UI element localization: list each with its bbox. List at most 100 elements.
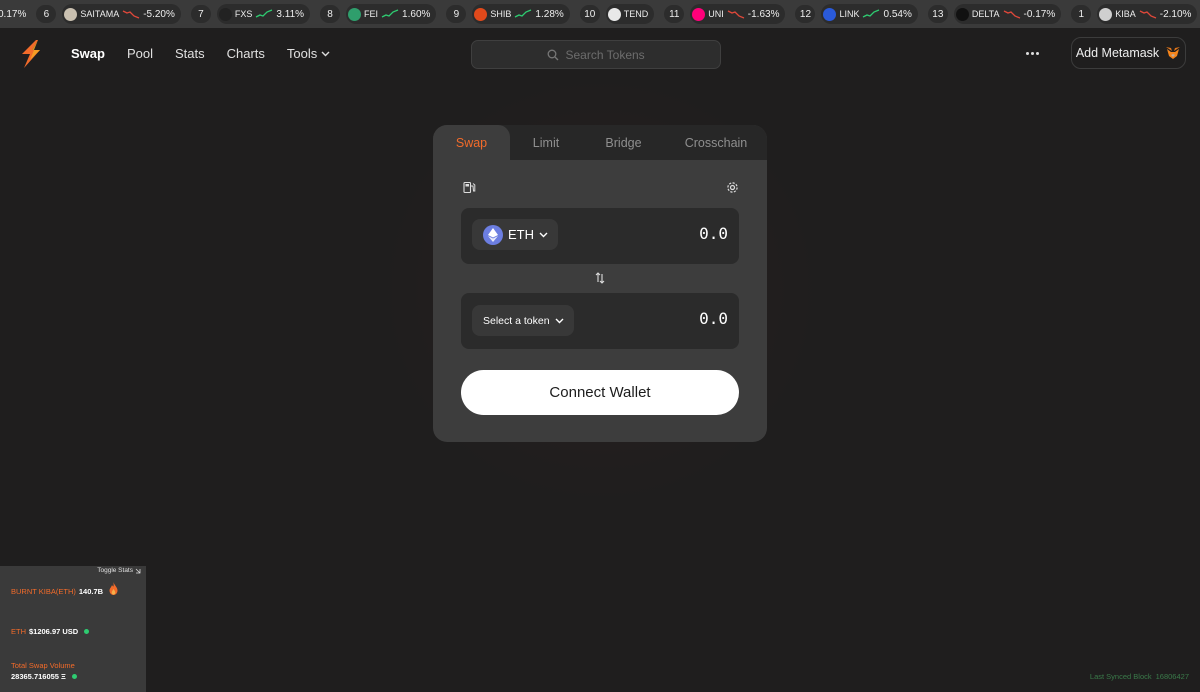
ticker-symbol: SAITAMA: [80, 9, 120, 19]
trend-down-icon: [1139, 10, 1156, 19]
trend-down-icon: [1003, 10, 1020, 19]
link-logo-icon: [823, 7, 837, 21]
add-metamask-label: Add Metamask: [1075, 46, 1160, 60]
ticker-token: DELTA -0.17%: [953, 4, 1062, 24]
to-token-select[interactable]: Select a token: [472, 305, 574, 336]
ticker-token: LINK 0.54%: [821, 4, 918, 24]
ticker-entry[interactable]: 1 KIBA -2.10%: [1071, 4, 1198, 24]
ticker-rank: 9: [446, 5, 467, 23]
stat-volume-label: Total Swap Volume: [11, 661, 75, 670]
synced-block-number: 16806427: [1155, 672, 1189, 681]
ticker-change: -1.63%: [747, 8, 780, 20]
stat-burnt-value: 140.7B: [78, 587, 104, 596]
ticker-token: SHIB 1.28%: [472, 4, 570, 24]
from-token-box: ETH: [461, 208, 739, 264]
price-ticker: 0.17% 6 SAITAMA -5.20% 7 FXS 3.11% 8 FEI 1.60% 9 S…: [0, 0, 1200, 28]
delta-logo-icon: [955, 7, 969, 21]
stats-panel: Toggle Stats BURNT KIBA(ETH) 140.7B ETH …: [0, 566, 146, 692]
tab-limit[interactable]: Limit: [510, 125, 582, 160]
metamask-fox-icon: [1166, 47, 1181, 59]
ticker-change: 1.28%: [535, 8, 564, 20]
more-options-icon[interactable]: [1022, 44, 1042, 62]
from-token-symbol: ETH: [508, 227, 534, 242]
trend-up-icon: [515, 9, 532, 18]
toggle-stats-label: Toggle Stats: [97, 567, 133, 574]
ticker-entry[interactable]: 12 LINK 0.54%: [795, 4, 918, 24]
ticker-change: -5.20%: [143, 8, 175, 20]
add-metamask-button[interactable]: Add Metamask: [1071, 37, 1186, 69]
switch-direction-icon[interactable]: [595, 272, 605, 284]
trend-up-icon: [256, 9, 273, 18]
status-dot: [84, 629, 90, 634]
ticker-entry[interactable]: 9 SHIB 1.28%: [446, 4, 570, 24]
ticker-symbol: TEND: [623, 9, 649, 19]
ticker-lead-pct: 0.17%: [0, 8, 27, 20]
status-dot: [71, 674, 77, 679]
nav-swap[interactable]: Swap: [71, 46, 105, 61]
connect-wallet-button[interactable]: Connect Wallet: [461, 370, 739, 415]
trend-down-icon: [122, 10, 140, 19]
from-amount-input[interactable]: [608, 224, 728, 243]
swap-card: Swap Limit Bridge Crosschain ETH 0.0 Sel…: [433, 125, 767, 442]
ticker-rank: 6: [36, 5, 57, 23]
main-nav: Swap Pool Stats Charts Tools: [71, 46, 352, 61]
stat-eth-value: $1206.97 USD: [29, 627, 79, 636]
nav-stats[interactable]: Stats: [175, 46, 205, 61]
chevron-down-icon: [555, 318, 564, 323]
ticker-token: KIBA -2.10%: [1097, 4, 1198, 24]
toggle-stats-button[interactable]: Toggle Stats: [97, 567, 141, 574]
ticker-rank: 12: [795, 5, 816, 23]
stat-burnt-label: BURNT KIBA(ETH): [11, 587, 76, 596]
ticker-entry[interactable]: 10 TEND: [579, 4, 655, 24]
stat-volume: 28365.716055 Ξ: [11, 672, 77, 681]
ticker-rank: 7: [190, 5, 211, 23]
nav-tools-label: Tools: [286, 46, 318, 61]
stat-volume-heading: Total Swap Volume: [11, 661, 75, 670]
eth-logo-icon: [483, 224, 503, 245]
search-input[interactable]: [565, 47, 646, 62]
ticker-change: 0.54%: [883, 8, 912, 20]
ticker-symbol: DELTA: [971, 9, 1000, 19]
to-token-box: Select a token: [461, 293, 739, 349]
ticker-token: TEND: [605, 4, 655, 24]
ticker-change: -2.10%: [1159, 8, 1192, 20]
trend-down-icon: [727, 10, 745, 19]
flame-icon: [109, 582, 118, 595]
gear-icon[interactable]: [726, 181, 739, 194]
tab-crosschain[interactable]: Crosschain: [665, 125, 767, 160]
tend-logo-icon: [607, 7, 621, 21]
ticker-token: UNI -1.63%: [690, 4, 786, 24]
ticker-entry[interactable]: 6 SAITAMA -5.20%: [36, 4, 181, 24]
shib-logo-icon: [474, 7, 488, 21]
to-token-label: Select a token: [483, 314, 550, 327]
ticker-entry[interactable]: 11 UNI -1.63%: [664, 4, 786, 24]
ticker-entry[interactable]: 13 DELTA -0.17%: [927, 4, 1062, 24]
from-token-select[interactable]: ETH: [472, 219, 558, 250]
stat-eth-label: ETH: [11, 627, 26, 636]
ticker-symbol: UNI: [708, 9, 724, 19]
fxs-logo-icon: [218, 7, 232, 21]
tab-bridge[interactable]: Bridge: [582, 125, 665, 160]
last-synced-block: Last Synced Block 16806427: [1090, 672, 1189, 681]
kibaswap-logo-icon[interactable]: [18, 38, 44, 70]
ticker-entry[interactable]: 8 FEI 1.60%: [320, 4, 437, 24]
nav-charts[interactable]: Charts: [227, 46, 265, 61]
search-bar[interactable]: [471, 40, 721, 69]
ticker-change: -0.17%: [1023, 8, 1056, 20]
saitama-logo-icon: [64, 7, 78, 21]
ticker-entry[interactable]: 7 FXS 3.11%: [190, 4, 311, 24]
gas-station-icon[interactable]: [463, 181, 476, 194]
to-amount-input[interactable]: [608, 309, 728, 328]
chevron-down-icon: [321, 51, 330, 56]
tab-swap[interactable]: Swap: [433, 125, 510, 160]
chevron-down-icon: [539, 232, 548, 237]
ticker-symbol: FEI: [364, 9, 379, 19]
ticker-change: 3.11%: [276, 8, 305, 20]
ticker-rank: 8: [320, 5, 341, 23]
nav-pool[interactable]: Pool: [127, 46, 153, 61]
ticker-symbol: LINK: [839, 9, 860, 19]
stat-volume-value: 28365.716055 Ξ: [11, 672, 66, 681]
ticker-rank: 11: [664, 5, 685, 23]
collapse-arrow-icon: [135, 568, 141, 573]
nav-tools[interactable]: Tools: [287, 46, 330, 61]
